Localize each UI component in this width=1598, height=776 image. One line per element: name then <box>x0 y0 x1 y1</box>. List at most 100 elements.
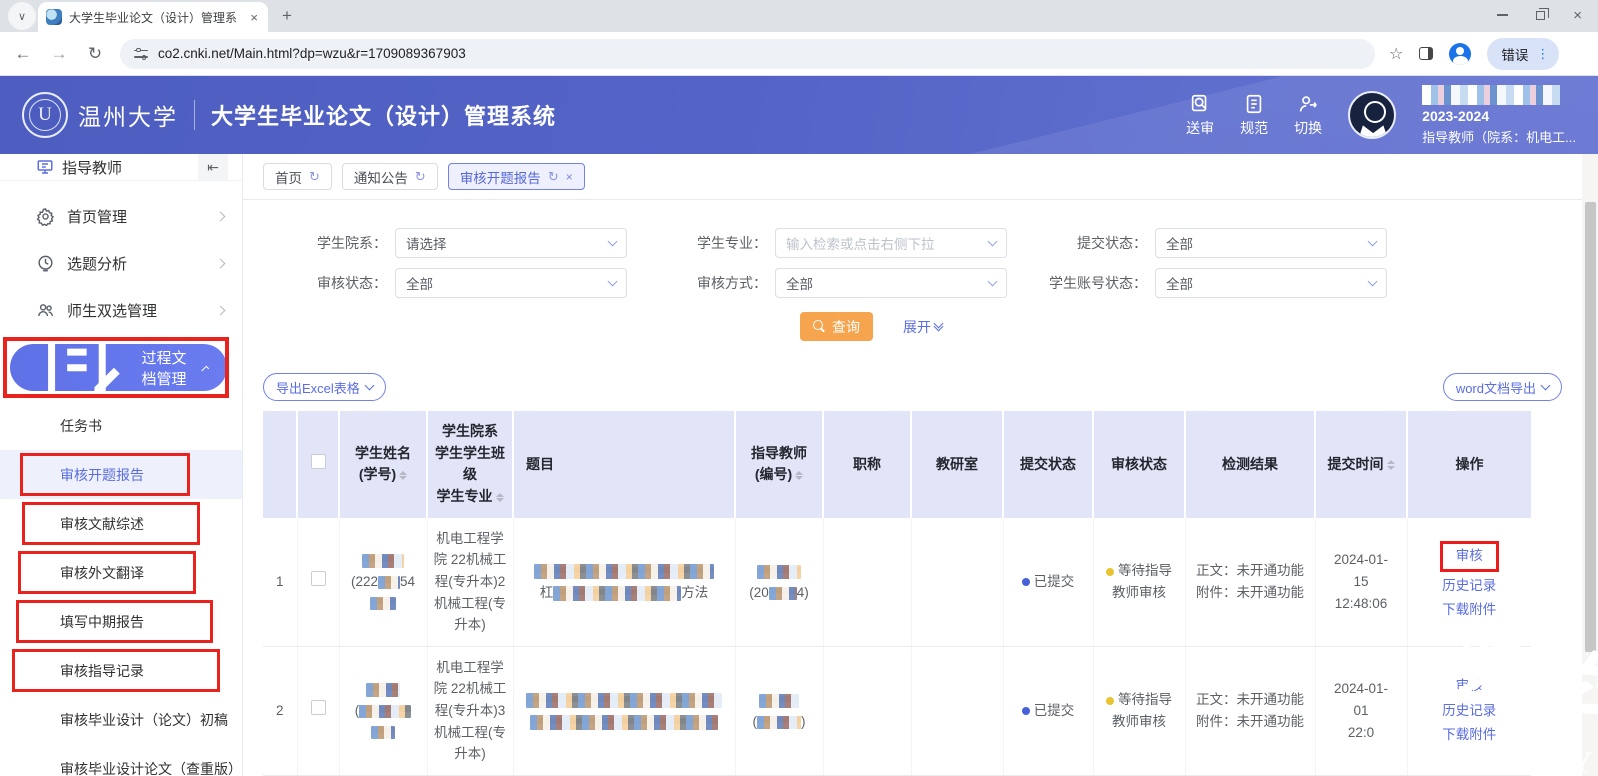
people-icon <box>36 301 55 320</box>
table-header-row: 学生姓名 (学号) 学生院系 学生学生班级 学生专业 题目 指导教师 (编号) … <box>263 411 1531 518</box>
col-job-title: 职称 <box>823 411 911 518</box>
history-link[interactable]: 历史记录 <box>1414 574 1526 598</box>
scrollbar-thumb[interactable] <box>1585 202 1596 652</box>
browser-error-button[interactable]: 错误 ⋮ <box>1487 38 1559 70</box>
refresh-icon[interactable]: ↻ <box>309 169 320 185</box>
select-all-checkbox[interactable] <box>311 454 326 469</box>
sidebar-item-process-documents[interactable]: 过程文档管理 <box>10 344 227 391</box>
chevron-down-icon <box>1368 237 1378 247</box>
back-button[interactable]: ← <box>12 44 34 64</box>
student-college-select[interactable]: 请选择 <box>395 228 627 258</box>
browser-tab[interactable]: 大学生毕业论文（设计）管理系 × <box>38 2 268 32</box>
results-table-wrap: 学生姓名 (学号) 学生院系 学生学生班级 学生专业 题目 指导教师 (编号) … <box>243 411 1598 776</box>
sidebar-subitem-review-guidance-record[interactable]: 审核指导记录 <box>0 646 242 695</box>
sidebar-item-topic-analysis[interactable]: 选题分析 <box>0 240 242 287</box>
sidebar-collapse-button[interactable]: ⇤ <box>198 154 228 180</box>
row-index: 1 <box>263 518 297 646</box>
status-dot-yellow <box>1106 568 1114 576</box>
operations-cell: 审核 历史记录 下载附件 <box>1407 518 1531 646</box>
submit-status-cell: 已提交 <box>1003 646 1093 775</box>
sidebar-subitem-review-translation[interactable]: 审核外文翻译 <box>0 548 242 597</box>
chevron-down-icon <box>364 381 374 391</box>
download-attachment-link[interactable]: 下载附件 <box>1414 723 1526 747</box>
col-checkbox <box>297 411 339 518</box>
address-bar[interactable]: co2.cnki.net/Main.html?dp=wzu&r=17090893… <box>120 39 1375 69</box>
window-minimize-button[interactable] <box>1497 14 1508 16</box>
search-button[interactable]: 查询 <box>800 312 873 341</box>
sidebar-subitem-task-book[interactable]: 任务书 <box>0 401 242 450</box>
sidebar-subitem-review-literature[interactable]: 审核文献综述 <box>0 499 242 548</box>
history-link[interactable]: 历史记录 <box>1414 699 1526 723</box>
review-status-select[interactable]: 全部 <box>395 268 627 298</box>
review-link[interactable]: 审核 <box>1456 548 1483 563</box>
refresh-icon[interactable]: ↻ <box>548 169 559 185</box>
send-review-button[interactable]: 送审 <box>1186 93 1214 138</box>
window-restore-button[interactable] <box>1536 11 1545 20</box>
export-excel-button[interactable]: 导出Excel表格 <box>263 373 386 401</box>
sidebar-subitem-review-proposal[interactable]: 审核开题报告 <box>0 450 242 499</box>
tab-close-icon[interactable]: × <box>566 170 573 184</box>
college-cell: 机电工程学院 22机械工程(专升本)3 机械工程(专升本) <box>427 646 513 775</box>
sort-icon[interactable] <box>795 467 803 485</box>
tab-close-icon[interactable]: × <box>248 10 260 25</box>
college-cell: 机电工程学院 22机械工程(专升本)2 机械工程(专升本) <box>427 518 513 646</box>
student-major-select[interactable]: 输入检索或点击右侧下拉 <box>775 228 1007 258</box>
chevron-down-icon <box>608 237 618 247</box>
profile-avatar-icon[interactable] <box>1449 43 1471 65</box>
browser-toolbar: ← → ↻ co2.cnki.net/Main.html?dp=wzu&r=17… <box>0 32 1598 76</box>
filter-panel: 学生院系： 请选择 学生专业： 输入检索或点击右侧下拉 提交状态： <box>243 200 1598 359</box>
operations-cell: 审核 历史记录 下载附件 <box>1407 646 1531 775</box>
user-avatar[interactable] <box>1348 91 1396 139</box>
tab-review-proposal[interactable]: 审核开题报告 ↻ × <box>448 163 585 190</box>
window-close-button[interactable]: × <box>1573 8 1582 23</box>
side-panel-icon[interactable] <box>1419 47 1433 60</box>
forward-button[interactable]: → <box>48 44 70 64</box>
sidebar-subitem-midterm-report[interactable]: 填写中期报告 <box>0 597 242 646</box>
redacted-user-name <box>1422 85 1560 105</box>
magnifier-document-icon <box>1189 93 1211 115</box>
switch-role-button[interactable]: 切换 <box>1294 93 1322 138</box>
chevron-down-icon <box>1368 277 1378 287</box>
review-link[interactable]: 审核 <box>1414 674 1526 698</box>
standards-button[interactable]: 规范 <box>1240 93 1268 138</box>
title-cell: 杠方法 <box>513 518 735 646</box>
tab-home[interactable]: 首页 ↻ <box>263 163 332 190</box>
review-method-select[interactable]: 全部 <box>775 268 1007 298</box>
refresh-icon[interactable]: ↻ <box>415 169 426 185</box>
status-dot-yellow <box>1106 697 1114 705</box>
new-tab-button[interactable]: + <box>274 3 300 29</box>
col-review-status: 审核状态 <box>1093 411 1185 518</box>
submit-status-cell: 已提交 <box>1003 518 1093 646</box>
expand-link[interactable]: 展开 <box>903 317 942 337</box>
tab-notices[interactable]: 通知公告 ↻ <box>342 163 438 190</box>
row-index: 2 <box>263 646 297 775</box>
system-title: 大学生毕业论文（设计）管理系统 <box>211 99 556 131</box>
scrollbar-track[interactable] <box>1582 154 1598 776</box>
browser-tab-strip: ∨ 大学生毕业论文（设计）管理系 × + × <box>0 0 1598 32</box>
sidebar-role-title: 指导教师 <box>62 157 122 178</box>
export-word-button[interactable]: word文档导出 <box>1443 373 1562 401</box>
sidebar-subitem-review-plagiarism-version[interactable]: 审核毕业设计论文（查重版） <box>0 744 242 776</box>
chevron-up-icon <box>201 366 209 374</box>
sort-icon[interactable] <box>1387 456 1395 474</box>
site-settings-icon[interactable] <box>134 48 148 60</box>
download-attachment-link[interactable]: 下载附件 <box>1414 598 1526 622</box>
col-student-name: 学生姓名 (学号) <box>339 411 427 518</box>
sidebar-item-home-management[interactable]: 首页管理 <box>0 193 242 240</box>
col-operations: 操作 <box>1407 411 1531 518</box>
tab-search-button[interactable]: ∨ <box>8 2 36 30</box>
row-checkbox[interactable] <box>311 700 326 715</box>
sidebar-subitem-review-first-draft[interactable]: 审核毕业设计（论文）初稿 <box>0 695 242 744</box>
submit-status-select[interactable]: 全部 <box>1155 228 1387 258</box>
sort-icon[interactable] <box>496 489 504 507</box>
menu-dots-icon[interactable]: ⋮ <box>1536 46 1549 62</box>
review-status-cell: 等待指导 教师审核 <box>1093 518 1185 646</box>
student-account-status-select[interactable]: 全部 <box>1155 268 1387 298</box>
review-status-cell: 等待指导 教师审核 <box>1093 646 1185 775</box>
row-checkbox[interactable] <box>311 571 326 586</box>
url-text[interactable]: co2.cnki.net/Main.html?dp=wzu&r=17090893… <box>158 46 466 61</box>
sort-icon[interactable] <box>399 467 407 485</box>
job-title-cell <box>823 518 911 646</box>
reload-button[interactable]: ↻ <box>84 44 106 64</box>
bookmark-star-icon[interactable]: ☆ <box>1389 44 1403 64</box>
